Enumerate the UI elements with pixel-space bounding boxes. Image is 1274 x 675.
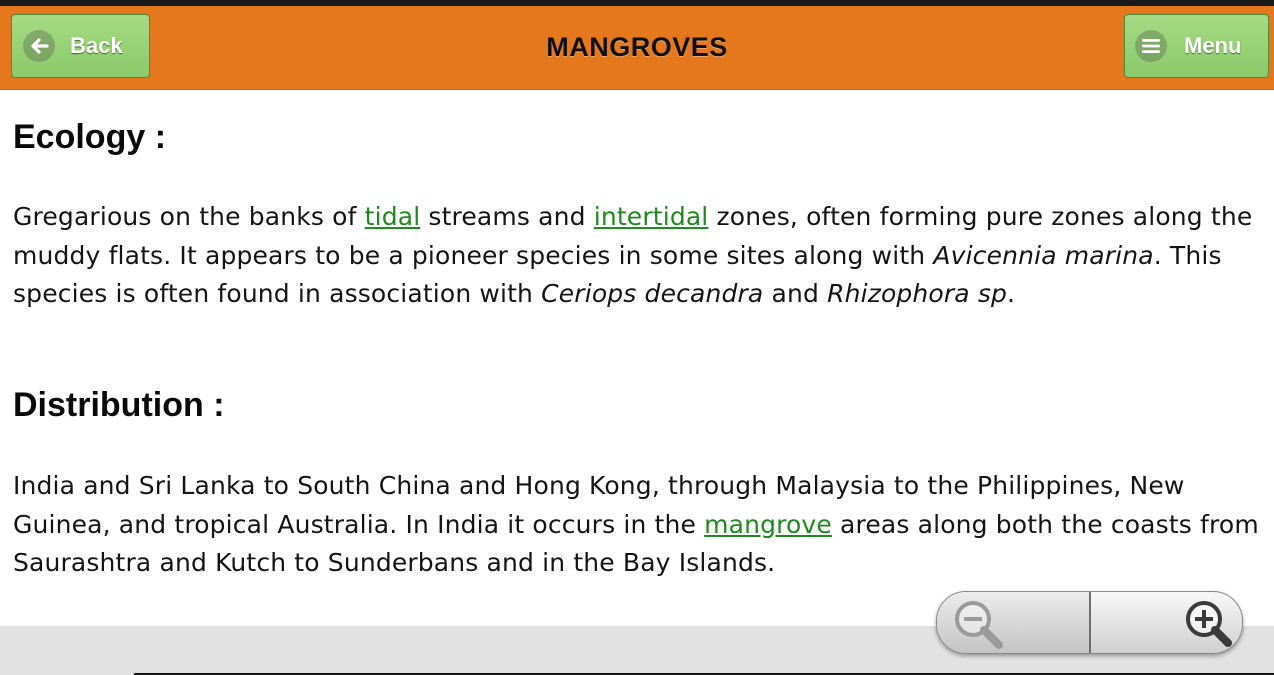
zoom-out-button[interactable]	[937, 592, 1091, 653]
ecology-text: streams and	[420, 202, 594, 231]
species-name: Avicennia marina	[933, 240, 1154, 270]
arrow-left-icon	[23, 30, 55, 62]
title-bar: MANGROVES Back Menu	[0, 6, 1274, 90]
distribution-heading: Distribution :	[13, 386, 225, 424]
hamburger-icon	[1135, 30, 1167, 62]
intertidal-link[interactable]: intertidal	[594, 202, 709, 231]
page-title: MANGROVES	[546, 32, 728, 62]
back-button[interactable]: Back	[11, 14, 150, 78]
zoom-out-icon	[955, 600, 1003, 649]
ecology-text: and	[763, 279, 828, 308]
mangrove-link[interactable]: mangrove	[704, 510, 832, 539]
ecology-heading: Ecology :	[13, 118, 167, 156]
species-name: Rhizophora sp	[827, 279, 1008, 308]
menu-button-label: Menu	[1184, 33, 1242, 58]
species-name: Ceriops decandra	[541, 279, 764, 308]
zoom-in-icon	[1186, 600, 1232, 647]
tidal-link[interactable]: tidal	[365, 202, 421, 231]
ecology-text: .	[1007, 279, 1016, 308]
zoom-in-button[interactable]	[1091, 592, 1243, 653]
menu-button[interactable]: Menu	[1124, 14, 1269, 78]
ecology-text: Gregarious on the banks of	[13, 202, 365, 231]
distribution-paragraph: India and Sri Lanka to South China and H…	[13, 467, 1271, 583]
back-button-label: Back	[70, 33, 123, 58]
zoom-controls	[936, 591, 1243, 654]
ecology-paragraph: Gregarious on the banks of tidal streams…	[13, 198, 1271, 314]
